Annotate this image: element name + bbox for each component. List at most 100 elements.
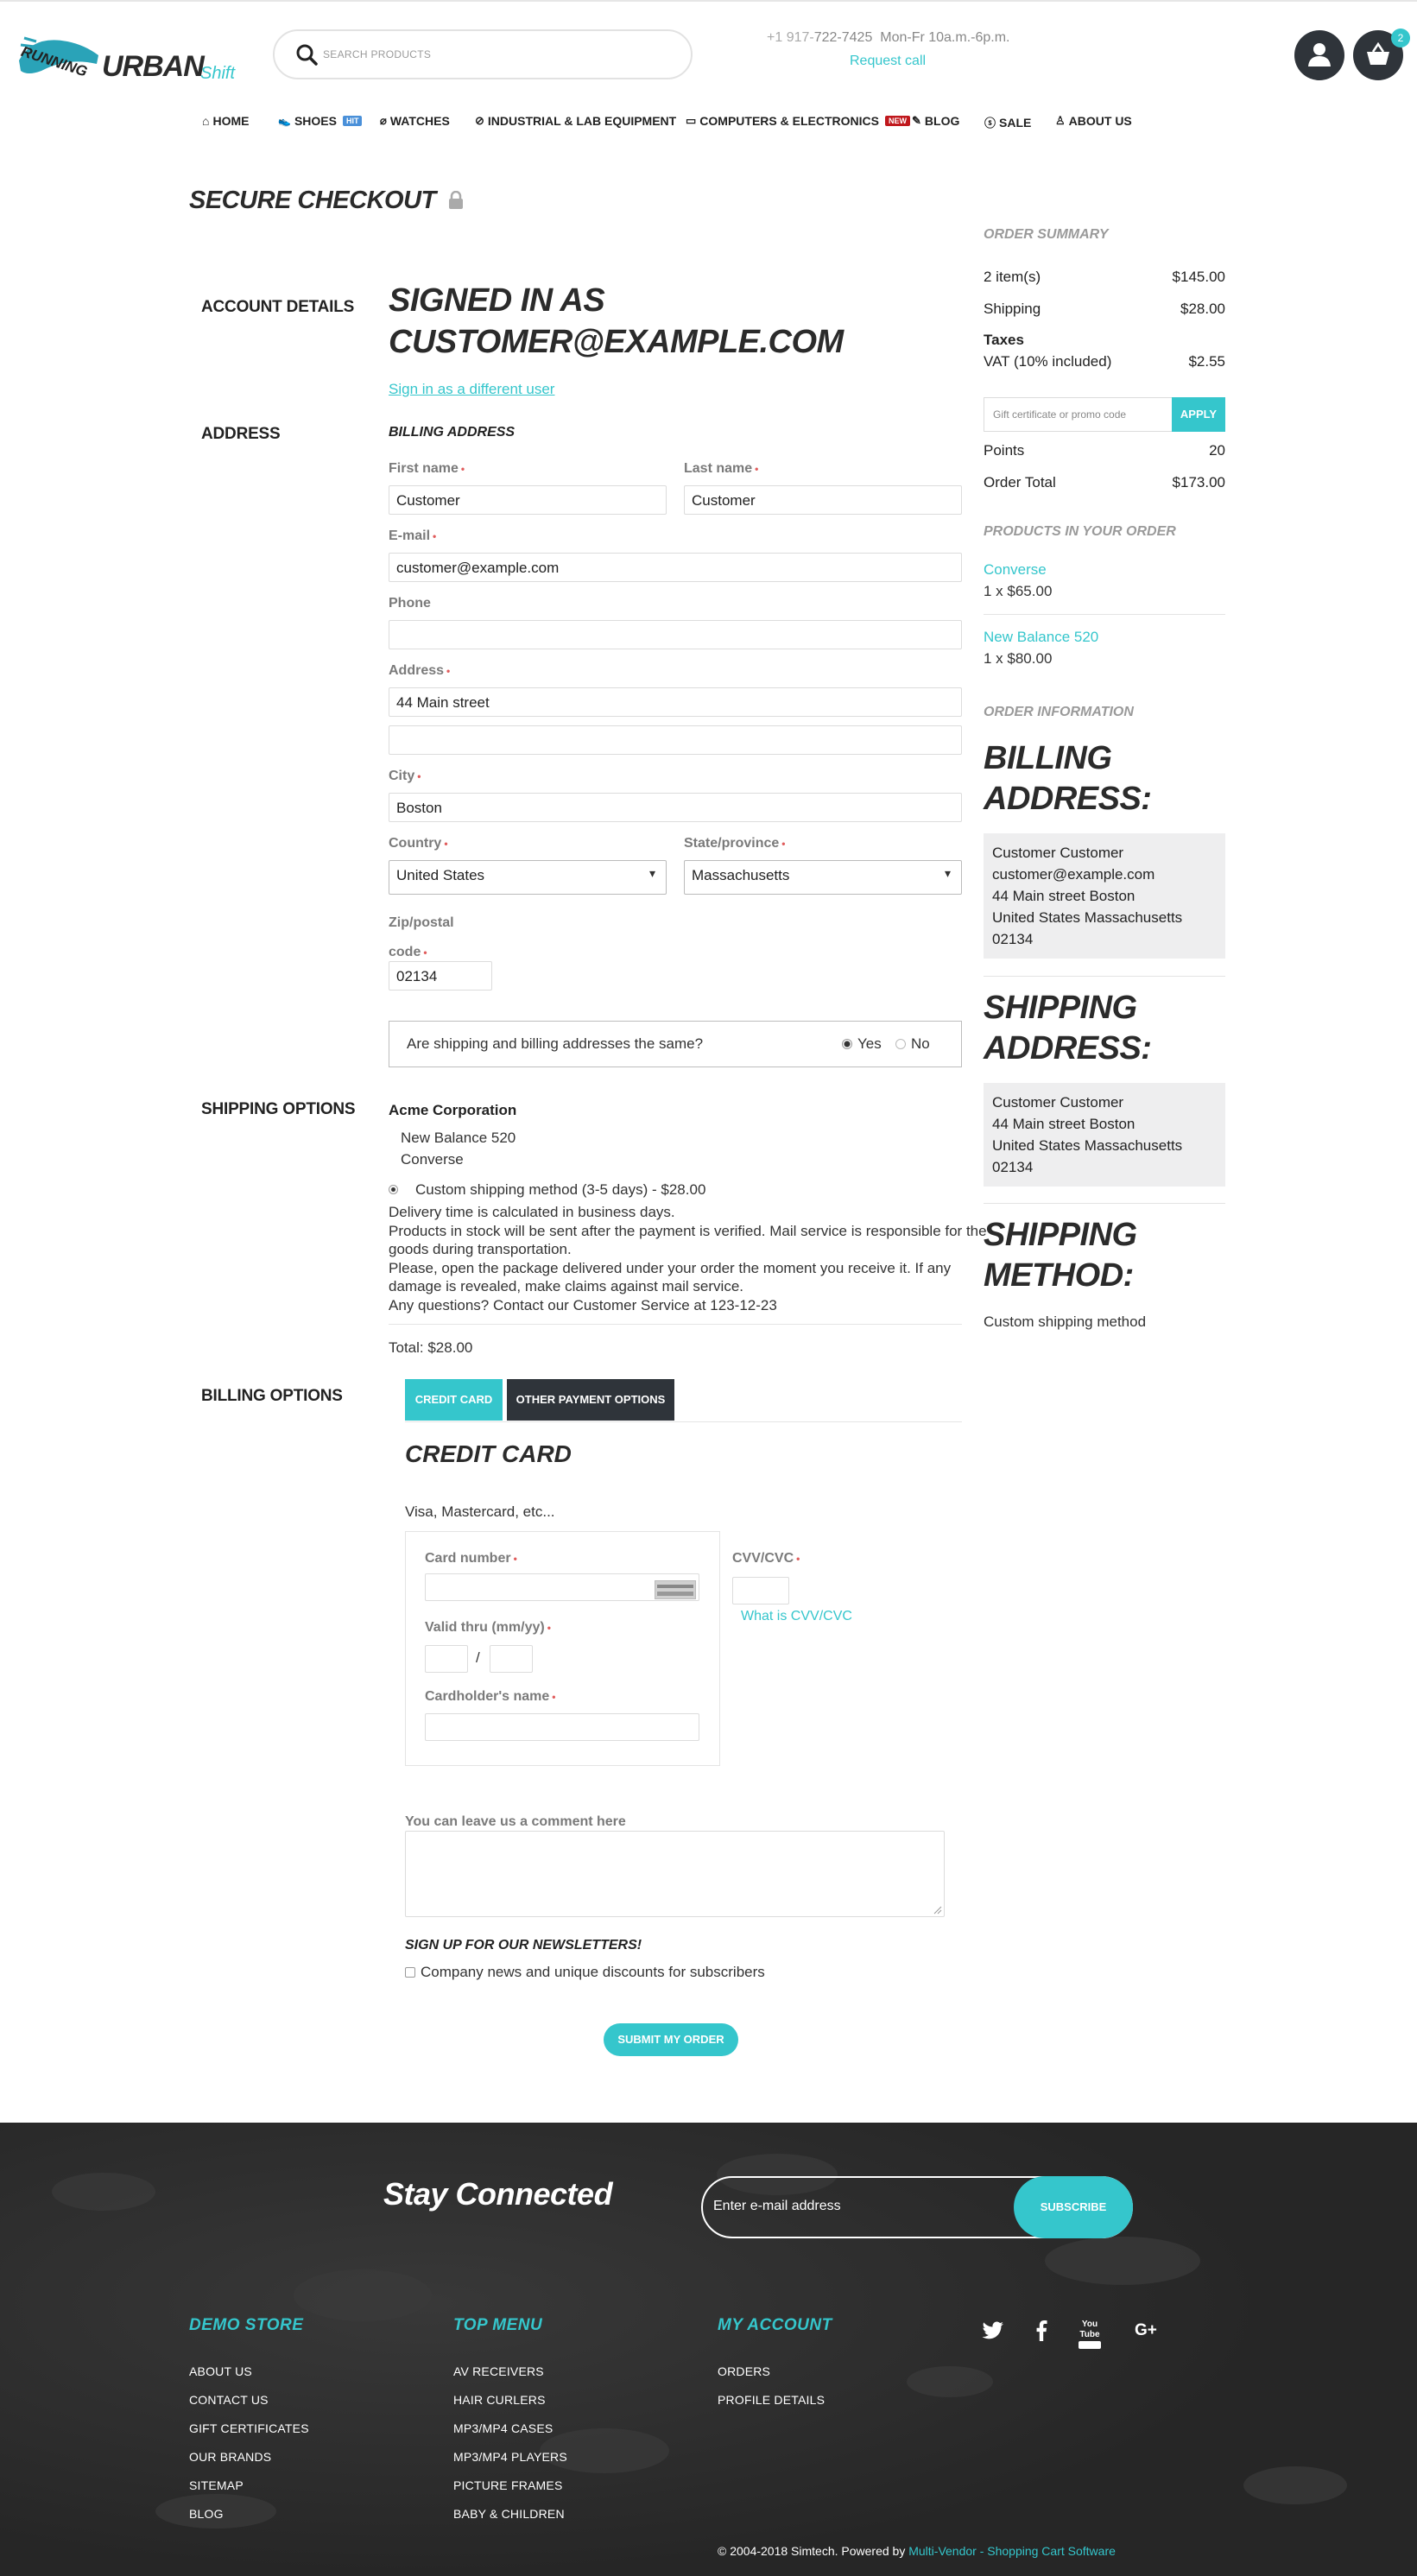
sign-in-different-user-link[interactable]: Sign in as a different user <box>389 381 554 398</box>
subscribe-button[interactable]: SUBSCRIBE <box>1014 2176 1133 2238</box>
computer-icon: ▭ <box>686 114 697 127</box>
valid-thru-label: Valid thru (mm/yy) • <box>425 1620 551 1635</box>
page-title-text: SECURE CHECKOUT <box>189 187 436 214</box>
card-icon <box>655 1580 696 1599</box>
same-address-no[interactable]: No <box>895 1035 930 1053</box>
shipping-address-box: Customer Customer 44 Main street Boston Un… <box>984 1083 1225 1187</box>
nav-industrial[interactable]: ⊘ INDUSTRIAL & LAB EQUIPMENT <box>475 114 676 128</box>
phone-number: 722-7425 <box>813 30 873 45</box>
footer-link[interactable]: CONTACT US <box>189 2393 269 2407</box>
state-value: Massachusetts <box>692 867 790 883</box>
search-icon[interactable] <box>295 43 318 66</box>
cart-button[interactable]: 2 <box>1353 28 1410 80</box>
nav-home[interactable]: ⌂ HOME <box>202 114 249 128</box>
cardholder-input[interactable] <box>425 1713 699 1741</box>
nav-watches[interactable]: ⌀ WATCHES <box>380 114 450 128</box>
store-logo[interactable]: RUNNING URBAN Shift <box>16 26 249 88</box>
summary-vat-row: VAT (10% included) $2.55 <box>984 353 1225 370</box>
nav-sale[interactable]: ⓢ SALE <box>984 114 1031 130</box>
shipping-method-option[interactable]: Custom shipping method (3-5 days) - $28.… <box>389 1181 705 1199</box>
stay-connected-heading: Stay Connected <box>383 2176 613 2212</box>
zip-input[interactable]: 02134 <box>389 961 492 991</box>
summary-total-row: Order Total $173.00 <box>984 474 1225 491</box>
page-title: SECURE CHECKOUT <box>189 187 465 215</box>
account-button[interactable] <box>1294 30 1344 80</box>
cvv-input[interactable] <box>732 1577 789 1604</box>
comment-textarea[interactable] <box>405 1831 945 1917</box>
shipping-method-value: Custom shipping method <box>984 1313 1147 1330</box>
footer-link[interactable]: PICTURE FRAMES <box>453 2478 562 2492</box>
resize-handle-icon[interactable] <box>933 1906 942 1915</box>
city-label: City • <box>389 769 421 783</box>
country-label: Country • <box>389 836 448 851</box>
footer-link[interactable]: BLOG <box>189 2507 224 2521</box>
logo-shift-text: Shift <box>200 64 236 83</box>
nav-shoes[interactable]: 👟 SHOES HIT <box>278 114 363 128</box>
basket-icon <box>1367 42 1389 65</box>
request-call-link[interactable]: Request call <box>850 54 926 69</box>
footer-link[interactable]: ORDERS <box>718 2364 770 2378</box>
newsletter-checkbox[interactable] <box>405 1967 415 1978</box>
product-link-converse[interactable]: Converse <box>984 561 1047 579</box>
shipping-item: Converse <box>401 1151 464 1168</box>
facebook-icon[interactable] <box>1035 2320 1047 2341</box>
lock-icon <box>449 190 464 209</box>
search-bar[interactable]: SEARCH PRODUCTS <box>273 29 693 79</box>
phone-prefix: +1 917- <box>767 30 814 45</box>
expiry-month-input[interactable] <box>425 1645 468 1673</box>
signed-in-heading: SIGNED IN AS CUSTOMER@EXAMPLE.COM <box>389 280 844 363</box>
copyright: © 2004-2018 Simtech. Powered by Multi-Ve… <box>718 2544 1116 2558</box>
shipping-method-label: Custom shipping method (3-5 days) - $28.… <box>415 1181 706 1198</box>
last-name-input[interactable]: Customer <box>684 485 962 515</box>
what-is-cvv-link[interactable]: What is CVV/CVC <box>741 1609 852 1624</box>
nav-computers[interactable]: ▭ COMPUTERS & ELECTRONICS NEW <box>686 114 910 128</box>
powered-by-link[interactable]: Multi-Vendor - Shopping Cart Software <box>908 2544 1116 2558</box>
nav-blog[interactable]: ✎ BLOG <box>912 114 959 128</box>
search-input[interactable]: SEARCH PRODUCTS <box>323 48 431 60</box>
footer-link[interactable]: ABOUT US <box>189 2364 252 2378</box>
phone-input[interactable] <box>389 620 962 649</box>
info-divider <box>984 1203 1225 1204</box>
address-line2-input[interactable] <box>389 725 962 755</box>
country-select[interactable]: United States <box>389 860 667 895</box>
footer-link[interactable]: AV RECEIVERS <box>453 2364 544 2378</box>
tab-other-payment[interactable]: OTHER PAYMENT OPTIONS <box>507 1379 674 1421</box>
billing-address-heading: BILLING ADDRESS <box>389 425 516 440</box>
apply-promo-button[interactable]: APPLY <box>1172 397 1225 432</box>
newsletter-option[interactable]: Company news and unique discounts for su… <box>405 1964 765 1981</box>
nav-about[interactable]: ♙ ABOUT US <box>1055 114 1132 128</box>
footer-link[interactable]: BABY & CHILDREN <box>453 2507 565 2521</box>
no-radio[interactable] <box>895 1039 906 1049</box>
footer-link[interactable]: PROFILE DETAILS <box>718 2393 825 2407</box>
tab-credit-card[interactable]: CREDIT CARD <box>405 1379 503 1421</box>
shipping-method-radio[interactable] <box>389 1185 398 1194</box>
info-divider <box>984 976 1225 977</box>
state-select[interactable]: Massachusetts <box>684 860 962 895</box>
twitter-icon[interactable] <box>982 2321 1004 2340</box>
promo-code-input[interactable]: Gift certificate or promo code <box>984 397 1173 432</box>
tag-icon: ⌀ <box>380 114 387 127</box>
summary-shipping-row: Shipping $28.00 <box>984 301 1225 317</box>
shipping-options-label: SHIPPING OPTIONS <box>201 1100 356 1118</box>
yes-radio[interactable] <box>842 1039 852 1049</box>
google-plus-icon[interactable]: G+ <box>1135 2321 1157 2340</box>
expiry-year-input[interactable] <box>490 1645 533 1673</box>
signed-in-email: CUSTOMER@EXAMPLE.COM <box>389 324 844 360</box>
youtube-icon[interactable]: You Tube <box>1078 2320 1102 2349</box>
email-input[interactable]: customer@example.com <box>389 553 962 582</box>
footer-link[interactable]: SITEMAP <box>189 2478 244 2492</box>
footer-link[interactable]: OUR BRANDS <box>189 2450 271 2464</box>
footer-link[interactable]: GIFT CERTIFICATES <box>189 2421 309 2435</box>
person-icon: ♙ <box>1055 114 1066 127</box>
product-link-new-balance[interactable]: New Balance 520 <box>984 629 1098 646</box>
city-input[interactable]: Boston <box>389 793 962 822</box>
submit-order-button[interactable]: SUBMIT MY ORDER <box>604 2023 738 2056</box>
footer-link[interactable]: MP3/MP4 CASES <box>453 2421 553 2435</box>
address-line1-input[interactable]: 44 Main street <box>389 687 962 717</box>
same-address-yes[interactable]: Yes <box>842 1035 882 1053</box>
first-name-input[interactable]: Customer <box>389 485 667 515</box>
same-address-box: Are shipping and billing addresses the s… <box>389 1021 962 1067</box>
footer-link[interactable]: HAIR CURLERS <box>453 2393 546 2407</box>
new-badge: NEW <box>884 116 910 126</box>
footer-link[interactable]: MP3/MP4 PLAYERS <box>453 2450 567 2464</box>
